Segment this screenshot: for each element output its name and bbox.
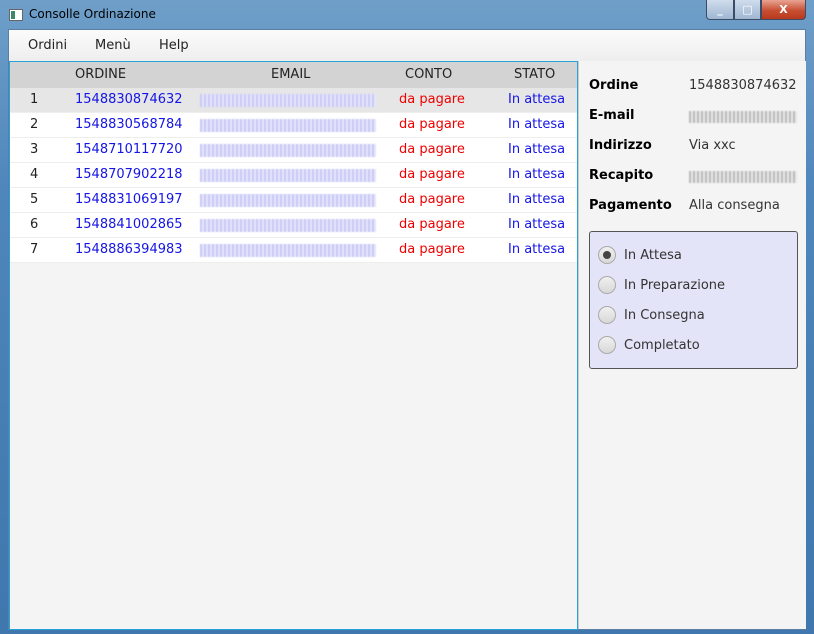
indirizzo-label: Indirizzo [589, 138, 652, 153]
ordine-label: Ordine [589, 78, 639, 93]
radio-circle-icon[interactable] [598, 276, 616, 294]
app-icon [9, 9, 23, 21]
maximize-button[interactable]: □ [734, 0, 761, 20]
pagamento-label: Pagamento [589, 198, 672, 213]
order-status: In attesa [508, 192, 566, 207]
table-row[interactable]: 1 1548830874632 da pagare In attesa [10, 88, 577, 113]
email-redacted [200, 244, 376, 257]
status-radio-label: In Attesa [624, 247, 682, 263]
row-number: 7 [30, 242, 39, 257]
radio-circle-icon[interactable] [598, 246, 616, 264]
table-row[interactable]: 2 1548830568784 da pagare In attesa [10, 113, 577, 138]
row-number: 2 [30, 117, 39, 132]
status-radio-group: In Attesa In Preparazione In Consegna Compl… [589, 231, 798, 369]
recapito-value-redacted [689, 171, 797, 183]
table-row[interactable]: 7 1548886394983 da pagare In attesa [10, 238, 577, 263]
email-label: E-mail [589, 108, 635, 123]
indirizzo-value: Via xxc [689, 138, 736, 153]
email-value-redacted [689, 111, 797, 123]
table-row[interactable]: 3 1548710117720 da pagare In attesa [10, 138, 577, 163]
email-redacted [200, 144, 376, 157]
status-radio[interactable]: In Consegna [598, 306, 705, 324]
title-bar[interactable]: Consolle Ordinazione _ □ X [0, 0, 814, 30]
order-status: In attesa [508, 242, 566, 257]
header-stato[interactable]: STATO [514, 67, 555, 82]
status-radio-label: In Consegna [624, 307, 705, 323]
order-id[interactable]: 1548841002865 [75, 217, 183, 232]
conto-status: da pagare [399, 142, 465, 157]
header-ordine[interactable]: ORDINE [75, 67, 126, 82]
close-button[interactable]: X [761, 0, 806, 20]
menu-ordini[interactable]: Ordini [28, 38, 67, 53]
conto-status: da pagare [399, 117, 465, 132]
order-status: In attesa [508, 117, 566, 132]
status-radio[interactable]: In Attesa [598, 246, 682, 264]
order-id[interactable]: 1548830568784 [75, 117, 183, 132]
recapito-label: Recapito [589, 168, 654, 183]
header-email[interactable]: EMAIL [271, 67, 310, 82]
minimize-button[interactable]: _ [706, 0, 734, 20]
email-redacted [200, 119, 376, 132]
conto-status: da pagare [399, 192, 465, 207]
conto-status: da pagare [399, 242, 465, 257]
header-conto[interactable]: CONTO [405, 67, 452, 82]
email-redacted [200, 94, 376, 107]
pagamento-value: Alla consegna [689, 198, 780, 213]
row-number: 5 [30, 192, 39, 207]
menu-help[interactable]: Help [159, 38, 189, 53]
row-number: 6 [30, 217, 39, 232]
order-status: In attesa [508, 217, 566, 232]
order-id[interactable]: 1548886394983 [75, 242, 183, 257]
order-id[interactable]: 1548830874632 [75, 92, 183, 107]
menu-bar: Ordini Menù Help [9, 30, 805, 61]
row-number: 3 [30, 142, 39, 157]
order-id[interactable]: 1548831069197 [75, 192, 183, 207]
table-row[interactable]: 4 1548707902218 da pagare In attesa [10, 163, 577, 188]
menu-menu[interactable]: Menù [95, 38, 131, 53]
status-radio-label: Completato [624, 337, 700, 353]
email-redacted [200, 194, 376, 207]
email-redacted [200, 219, 376, 232]
row-number: 4 [30, 167, 39, 182]
status-radio[interactable]: Completato [598, 336, 700, 354]
order-status: In attesa [508, 92, 566, 107]
table-row[interactable]: 5 1548831069197 da pagare In attesa [10, 188, 577, 213]
order-id[interactable]: 1548707902218 [75, 167, 183, 182]
radio-circle-icon[interactable] [598, 336, 616, 354]
table-header: ORDINE EMAIL CONTO STATO [10, 62, 577, 88]
window-title: Consolle Ordinazione [29, 7, 156, 21]
order-status: In attesa [508, 167, 566, 182]
details-panel: Ordine 1548830874632 E-mail Indirizzo Vi… [578, 61, 806, 629]
status-radio[interactable]: In Preparazione [598, 276, 725, 294]
client-area: Ordini Menù Help ORDINE EMAIL CONTO STAT… [8, 29, 806, 630]
table-row[interactable]: 6 1548841002865 da pagare In attesa [10, 213, 577, 238]
ordine-value: 1548830874632 [689, 78, 797, 93]
conto-status: da pagare [399, 167, 465, 182]
orders-table[interactable]: ORDINE EMAIL CONTO STATO 1 1548830874632 d… [9, 61, 578, 630]
order-id[interactable]: 1548710117720 [75, 142, 183, 157]
status-radio-label: In Preparazione [624, 277, 726, 293]
email-redacted [200, 169, 376, 182]
row-number: 1 [30, 92, 39, 107]
order-status: In attesa [508, 142, 566, 157]
conto-status: da pagare [399, 92, 465, 107]
conto-status: da pagare [399, 217, 465, 232]
radio-circle-icon[interactable] [598, 306, 616, 324]
